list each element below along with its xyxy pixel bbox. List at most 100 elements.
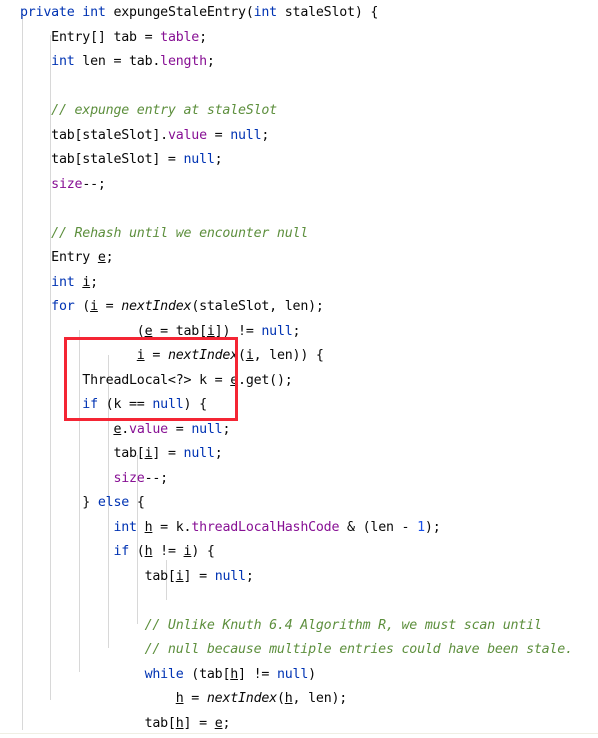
code-token-pln: ( xyxy=(276,691,285,706)
code-token-pln: = xyxy=(167,421,192,437)
code-line[interactable]: int i; xyxy=(20,271,598,296)
code-line[interactable]: Entry e; xyxy=(20,246,598,271)
code-token-pln: ( xyxy=(74,299,91,314)
code-token-pln: ) { xyxy=(183,397,208,412)
editor-bottom-hairline xyxy=(0,733,598,734)
code-token-fld: value xyxy=(167,127,207,143)
code-token-pln: ; xyxy=(222,421,231,437)
code-line[interactable]: size--; xyxy=(20,467,598,492)
code-token-kw: null xyxy=(276,666,309,682)
code-line[interactable]: while (tab[h] != null) xyxy=(20,663,598,688)
code-line[interactable]: // Rehash until we encounter null xyxy=(20,222,598,247)
code-token-pln: & (len - xyxy=(339,519,418,535)
code-token-pln: len = tab. xyxy=(74,54,161,69)
code-token-pln: = xyxy=(144,348,168,363)
code-line[interactable]: for (i = nextIndex(staleSlot, len); xyxy=(20,295,598,320)
code-line[interactable]: Entry[] tab = table; xyxy=(20,26,598,51)
code-token-pln: , len); xyxy=(292,691,348,706)
code-token-cmt2: // null because multiple entries could h… xyxy=(144,642,573,657)
code-token-pln: ; xyxy=(261,127,270,143)
code-token-var: i xyxy=(245,348,254,363)
code-token-pln: ; xyxy=(105,250,114,265)
code-token-pln: , len)) { xyxy=(253,348,324,363)
code-token-var: i xyxy=(82,274,91,290)
code-line[interactable]: } else { xyxy=(20,491,598,516)
source-code-block[interactable]: private int expungeStaleEntry(int staleS… xyxy=(0,0,598,738)
code-line[interactable] xyxy=(20,589,598,614)
code-line[interactable]: i = nextIndex(i, len)) { xyxy=(20,344,598,369)
code-token-pln: ; xyxy=(214,152,223,167)
code-token-pln: = tab[ xyxy=(152,323,207,339)
code-token-kw: int xyxy=(51,274,75,290)
code-token-pln: ); xyxy=(424,519,441,535)
code-line[interactable]: int h = k.threadLocalHashCode & (len - 1… xyxy=(20,516,598,541)
code-line[interactable]: if (k == null) { xyxy=(20,393,598,418)
code-token-pln: tab[ xyxy=(144,568,176,584)
code-token-fld: value xyxy=(129,421,168,437)
code-token-pln: Entry[] tab = xyxy=(51,29,161,45)
code-token-kw: int xyxy=(253,5,278,20)
code-line[interactable]: tab[staleSlot] = null; xyxy=(20,148,598,173)
code-editor-viewport[interactable]: private int expungeStaleEntry(int staleS… xyxy=(0,0,598,738)
code-line[interactable]: tab[staleSlot].value = null; xyxy=(20,124,598,149)
code-token-cmt2: // Unlike Knuth 6.4 Algorithm R, we must… xyxy=(144,617,542,633)
code-line[interactable]: // Unlike Knuth 6.4 Algorithm R, we must… xyxy=(20,614,598,639)
code-token-fld: length xyxy=(160,54,207,69)
code-line[interactable] xyxy=(20,197,598,222)
code-token-pln: ; xyxy=(206,54,215,69)
code-token-fld: threadLocalHashCode xyxy=(191,519,340,535)
code-line[interactable]: // null because multiple entries could h… xyxy=(20,638,598,663)
code-line[interactable]: (e = tab[i]) != null; xyxy=(20,320,598,345)
code-token-pln: ] = xyxy=(152,446,184,461)
code-token-pln: ) { xyxy=(191,544,215,559)
code-token-pln: ] != xyxy=(238,666,277,682)
code-token-var: i xyxy=(136,348,145,363)
code-line[interactable]: ThreadLocal<?> k = e.get(); xyxy=(20,369,598,394)
code-token-var: i xyxy=(175,568,184,584)
code-line[interactable]: tab[i] = null; xyxy=(20,442,598,467)
code-line[interactable]: size--; xyxy=(20,173,598,198)
code-token-pln: ] = xyxy=(183,568,215,584)
code-line[interactable] xyxy=(20,75,598,100)
code-line[interactable]: h = nextIndex(h, len); xyxy=(20,687,598,712)
code-token-pln: --; xyxy=(82,176,106,192)
code-token-pln: ( xyxy=(238,348,246,363)
code-line[interactable]: int len = tab.length; xyxy=(20,50,598,75)
code-token-kw: null xyxy=(261,323,293,339)
code-token-pln: ( xyxy=(136,323,145,339)
code-token-pln: ; xyxy=(199,29,207,45)
code-token-pln: ; xyxy=(245,568,254,584)
code-token-var: i xyxy=(206,323,215,339)
code-token-pln: ] = xyxy=(183,715,215,731)
code-line[interactable]: // expunge entry at staleSlot xyxy=(20,99,598,124)
code-token-pln: ThreadLocal<?> k = xyxy=(82,372,231,388)
code-line[interactable]: if (h != i) { xyxy=(20,540,598,565)
code-token-pln: ; xyxy=(222,715,231,731)
code-line[interactable]: private int expungeStaleEntry(int staleS… xyxy=(20,1,598,26)
code-token-pln: = xyxy=(206,127,231,143)
code-line[interactable]: tab[i] = null; xyxy=(20,565,598,590)
code-token-var: e xyxy=(230,372,239,388)
code-token-pln: } xyxy=(82,495,98,510)
code-token-pln: expungeStaleEntry xyxy=(113,5,246,20)
code-token-pln xyxy=(137,520,145,535)
code-token-kw: null xyxy=(183,152,215,167)
code-line[interactable]: e.value = null; xyxy=(20,418,598,443)
code-token-pln: = xyxy=(183,691,207,706)
code-token-kw: null xyxy=(183,446,215,461)
code-token-kw: if xyxy=(82,397,98,412)
